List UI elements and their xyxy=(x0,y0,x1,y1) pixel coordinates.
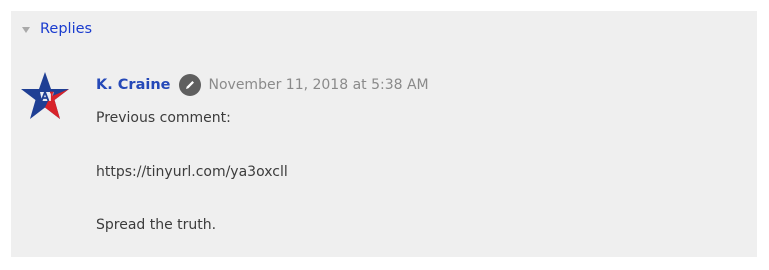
comment-body-line-1: Previous comment: xyxy=(96,110,231,126)
pencil-icon xyxy=(178,74,201,96)
replies-toggle[interactable]: Replies xyxy=(22,21,92,37)
author-name-link[interactable]: K. Craine xyxy=(96,77,171,93)
star-avatar-icon[interactable] xyxy=(20,70,70,124)
triangle-down-icon[interactable] xyxy=(22,26,30,33)
comment-body-line-2: https://tinyurl.com/ya3oxcll xyxy=(96,164,288,180)
comment-header: K. Craine November 11, 2018 at 5:38 AM xyxy=(96,73,429,97)
comment-body-line-3: Spread the truth. xyxy=(96,217,217,233)
replies-label[interactable]: Replies xyxy=(40,21,92,37)
comment-timestamp-link[interactable]: November 11, 2018 at 5:38 AM xyxy=(209,77,429,93)
